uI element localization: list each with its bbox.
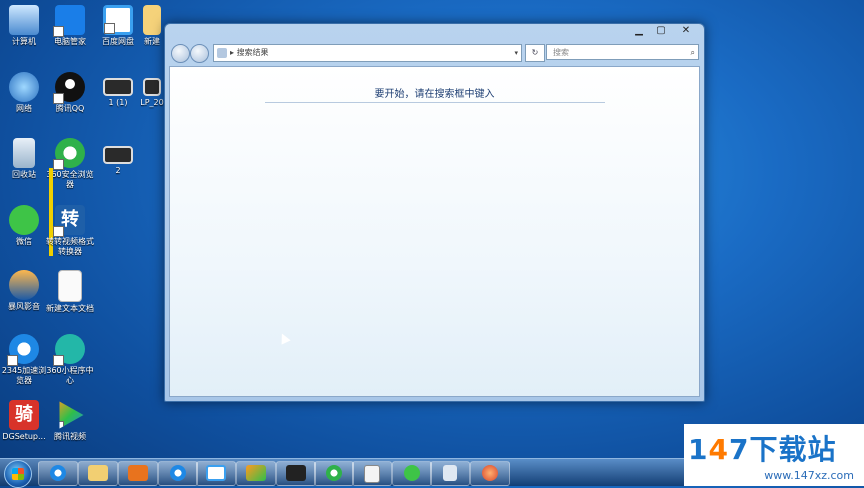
watermark-title: 147下载站 — [688, 433, 837, 466]
browser-e-icon — [170, 465, 186, 481]
desktop-icon-label: 腾讯QQ — [55, 104, 85, 113]
browser-e-icon — [53, 138, 85, 170]
desktop-icon-360-miniapp[interactable]: 360小程序中心 — [44, 334, 96, 386]
taskbar-wechat[interactable] — [392, 461, 432, 486]
search-icon: ⌕ — [690, 48, 695, 57]
convert-icon: 转 — [53, 205, 85, 237]
navigation-bar: ▸ 搜索结果 ▾ ↻ 搜索 ⌕ — [169, 43, 700, 63]
play-icon — [128, 465, 148, 481]
desktop-icon-label: 转转视频格式转换器 — [46, 237, 94, 256]
desktop-icon-label: DGSetup... — [2, 432, 46, 441]
windows-logo-icon — [12, 468, 24, 480]
taskbar-explorer[interactable] — [78, 461, 118, 486]
browser-e-icon — [50, 465, 66, 481]
desktop-icon-2345-browser[interactable]: 2345加速浏览器 — [0, 334, 50, 386]
cloud-icon — [206, 465, 226, 481]
minimize-button[interactable]: ▁ — [628, 24, 650, 38]
recycle-bin-icon — [13, 138, 35, 168]
desktop-icon-video-converter[interactable]: 转 转转视频格式转换器 — [44, 205, 96, 257]
computer-icon — [9, 5, 39, 35]
search-results-window[interactable]: ▁ ▢ ✕ ▸ 搜索结果 ▾ ↻ 搜索 ⌕ 要开始，请在搜索框中键入 — [164, 23, 705, 402]
desktop-icon-baofeng[interactable]: 暴风影音 — [0, 270, 50, 312]
play-icon — [246, 465, 266, 481]
recorder-icon — [286, 465, 306, 481]
desktop-icon-pcmanager[interactable]: 电脑管家 — [44, 5, 96, 47]
taskbar-calendar[interactable] — [352, 461, 392, 486]
document-icon — [58, 270, 82, 302]
start-button[interactable] — [4, 460, 32, 488]
desktop-icon-dgsetup[interactable]: 骑 DGSetup... — [0, 400, 50, 442]
taskbar-tencent-video[interactable] — [236, 461, 276, 486]
search-input[interactable]: 搜索 ⌕ — [546, 44, 699, 60]
breadcrumb-arrow: ▸ — [230, 48, 235, 57]
forward-button[interactable] — [190, 44, 209, 63]
cloud-icon — [103, 5, 133, 35]
play-icon — [59, 401, 84, 429]
search-folder-icon — [217, 47, 227, 58]
desktop-icon-network[interactable]: 网络 — [0, 72, 50, 114]
setup-icon: 骑 — [9, 400, 39, 430]
address-bar[interactable]: ▸ 搜索结果 ▾ — [213, 44, 522, 62]
desktop-icon-label: 回收站 — [12, 170, 36, 179]
search-placeholder: 搜索 — [553, 48, 569, 57]
video-file-icon — [103, 78, 133, 96]
results-pane[interactable]: 要开始，请在搜索框中键入 — [169, 66, 700, 397]
taskbar-360-browser[interactable] — [314, 461, 354, 486]
folder-icon — [88, 465, 108, 481]
browser-e-icon — [326, 465, 342, 481]
desktop-icon-tencent-video[interactable]: 腾讯视频 — [44, 400, 96, 442]
desktop-icon-label: 2 — [115, 166, 121, 175]
desktop-icon-label: 新建文本文档 — [46, 304, 94, 313]
desktop-icon-text-doc[interactable]: 新建文本文档 — [44, 270, 96, 314]
shield-icon — [53, 5, 85, 37]
desktop-icon-wechat[interactable]: 微信 — [0, 205, 50, 247]
desktop-icon-label: 360小程序中心 — [46, 366, 94, 385]
desktop-icon-video-2[interactable]: 2 — [92, 146, 144, 176]
browser-e-icon — [7, 334, 39, 366]
desktop-icon-label: 电脑管家 — [54, 37, 86, 46]
document-icon — [443, 465, 457, 481]
taskbar-app[interactable] — [470, 461, 510, 486]
window-controls: ▁ ▢ ✕ — [628, 24, 700, 38]
close-button[interactable]: ✕ — [672, 24, 700, 38]
miniapp-icon — [53, 334, 85, 366]
desktop-icon-qq[interactable]: 腾讯QQ — [44, 72, 96, 114]
folder-icon — [143, 5, 161, 35]
search-hint: 要开始，请在搜索框中键入 — [374, 89, 495, 100]
taskbar-ie[interactable] — [38, 461, 78, 486]
taskbar-recorder[interactable] — [276, 461, 316, 486]
video-file-icon — [103, 146, 133, 164]
chevron-down-icon[interactable]: ▾ — [514, 45, 518, 61]
network-icon — [9, 72, 39, 102]
calendar-icon — [364, 465, 380, 483]
maximize-button[interactable]: ▢ — [650, 24, 672, 38]
back-button[interactable] — [171, 44, 190, 63]
divider — [265, 102, 605, 103]
taskbar-2345-browser[interactable] — [158, 461, 198, 486]
desktop-icon-label: 2345加速浏览器 — [1, 366, 47, 385]
watermark-url: www.147xz.com — [764, 469, 854, 482]
taskbar-media-player[interactable] — [118, 461, 158, 486]
address-text: 搜索结果 — [236, 48, 269, 57]
desktop-icon-computer[interactable]: 计算机 — [0, 5, 50, 47]
desktop-icon-label: 腾讯视频 — [54, 432, 86, 441]
penguin-icon — [53, 72, 85, 104]
watermark-logo: 147下载站 www.147xz.com — [684, 424, 864, 486]
wechat-icon — [9, 205, 39, 235]
wechat-icon — [404, 465, 420, 481]
desktop-icon-label: 计算机 — [12, 37, 36, 46]
app-icon — [482, 465, 498, 481]
video-file-icon — [143, 78, 161, 96]
desktop-icon-label: 微信 — [16, 237, 32, 246]
taskbar-document[interactable] — [430, 461, 470, 486]
player-icon — [9, 270, 39, 300]
desktop-icon-recycle-bin[interactable]: 回收站 — [0, 138, 50, 180]
refresh-button[interactable]: ↻ — [525, 44, 545, 62]
desktop-icon-label: 暴风影音 — [8, 302, 40, 311]
taskbar-baidu-netdisk[interactable] — [196, 461, 236, 486]
desktop-icon-label: 网络 — [16, 104, 32, 113]
